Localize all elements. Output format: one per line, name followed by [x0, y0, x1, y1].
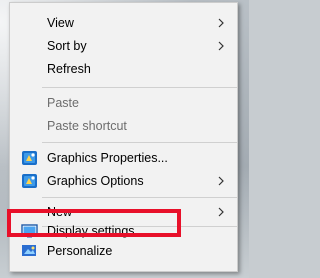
chevron-right-icon [218, 207, 224, 217]
menu-item-label: Personalize [47, 244, 113, 258]
menu-item-sort-by[interactable]: Sort by [10, 35, 237, 57]
chevron-right-icon [218, 18, 224, 28]
chevron-right-icon [218, 41, 224, 51]
menu-item-label: Paste shortcut [47, 119, 127, 133]
desktop-context-menu: View Sort by Refresh Paste Paste shortcu… [9, 2, 238, 272]
menu-separator [42, 142, 237, 143]
menu-item-paste: Paste [10, 92, 237, 114]
chevron-right-icon [218, 176, 224, 186]
personalize-icon [22, 245, 36, 256]
menu-item-label: Sort by [47, 39, 87, 53]
menu-separator [42, 87, 237, 88]
menu-item-display-settings[interactable]: Display settings [10, 220, 237, 242]
menu-separator [42, 197, 237, 198]
menu-item-paste-shortcut: Paste shortcut [10, 115, 237, 137]
display-monitor-icon [21, 224, 38, 238]
menu-item-refresh[interactable]: Refresh [10, 58, 237, 80]
menu-item-graphics-options[interactable]: Graphics Options [10, 170, 237, 192]
menu-item-label: Paste [47, 96, 79, 110]
menu-item-label: Display settings [47, 224, 135, 238]
menu-item-label: Graphics Options [47, 174, 144, 188]
menu-item-personalize[interactable]: Personalize [10, 240, 237, 262]
menu-item-graphics-properties[interactable]: Graphics Properties... [10, 147, 237, 169]
menu-item-label: Refresh [47, 62, 91, 76]
intel-graphics-icon [22, 174, 37, 188]
menu-item-label: View [47, 16, 74, 30]
menu-item-view[interactable]: View [10, 12, 237, 34]
menu-item-label: Graphics Properties... [47, 151, 168, 165]
intel-graphics-icon [22, 151, 37, 165]
menu-item-label: New [47, 205, 73, 219]
